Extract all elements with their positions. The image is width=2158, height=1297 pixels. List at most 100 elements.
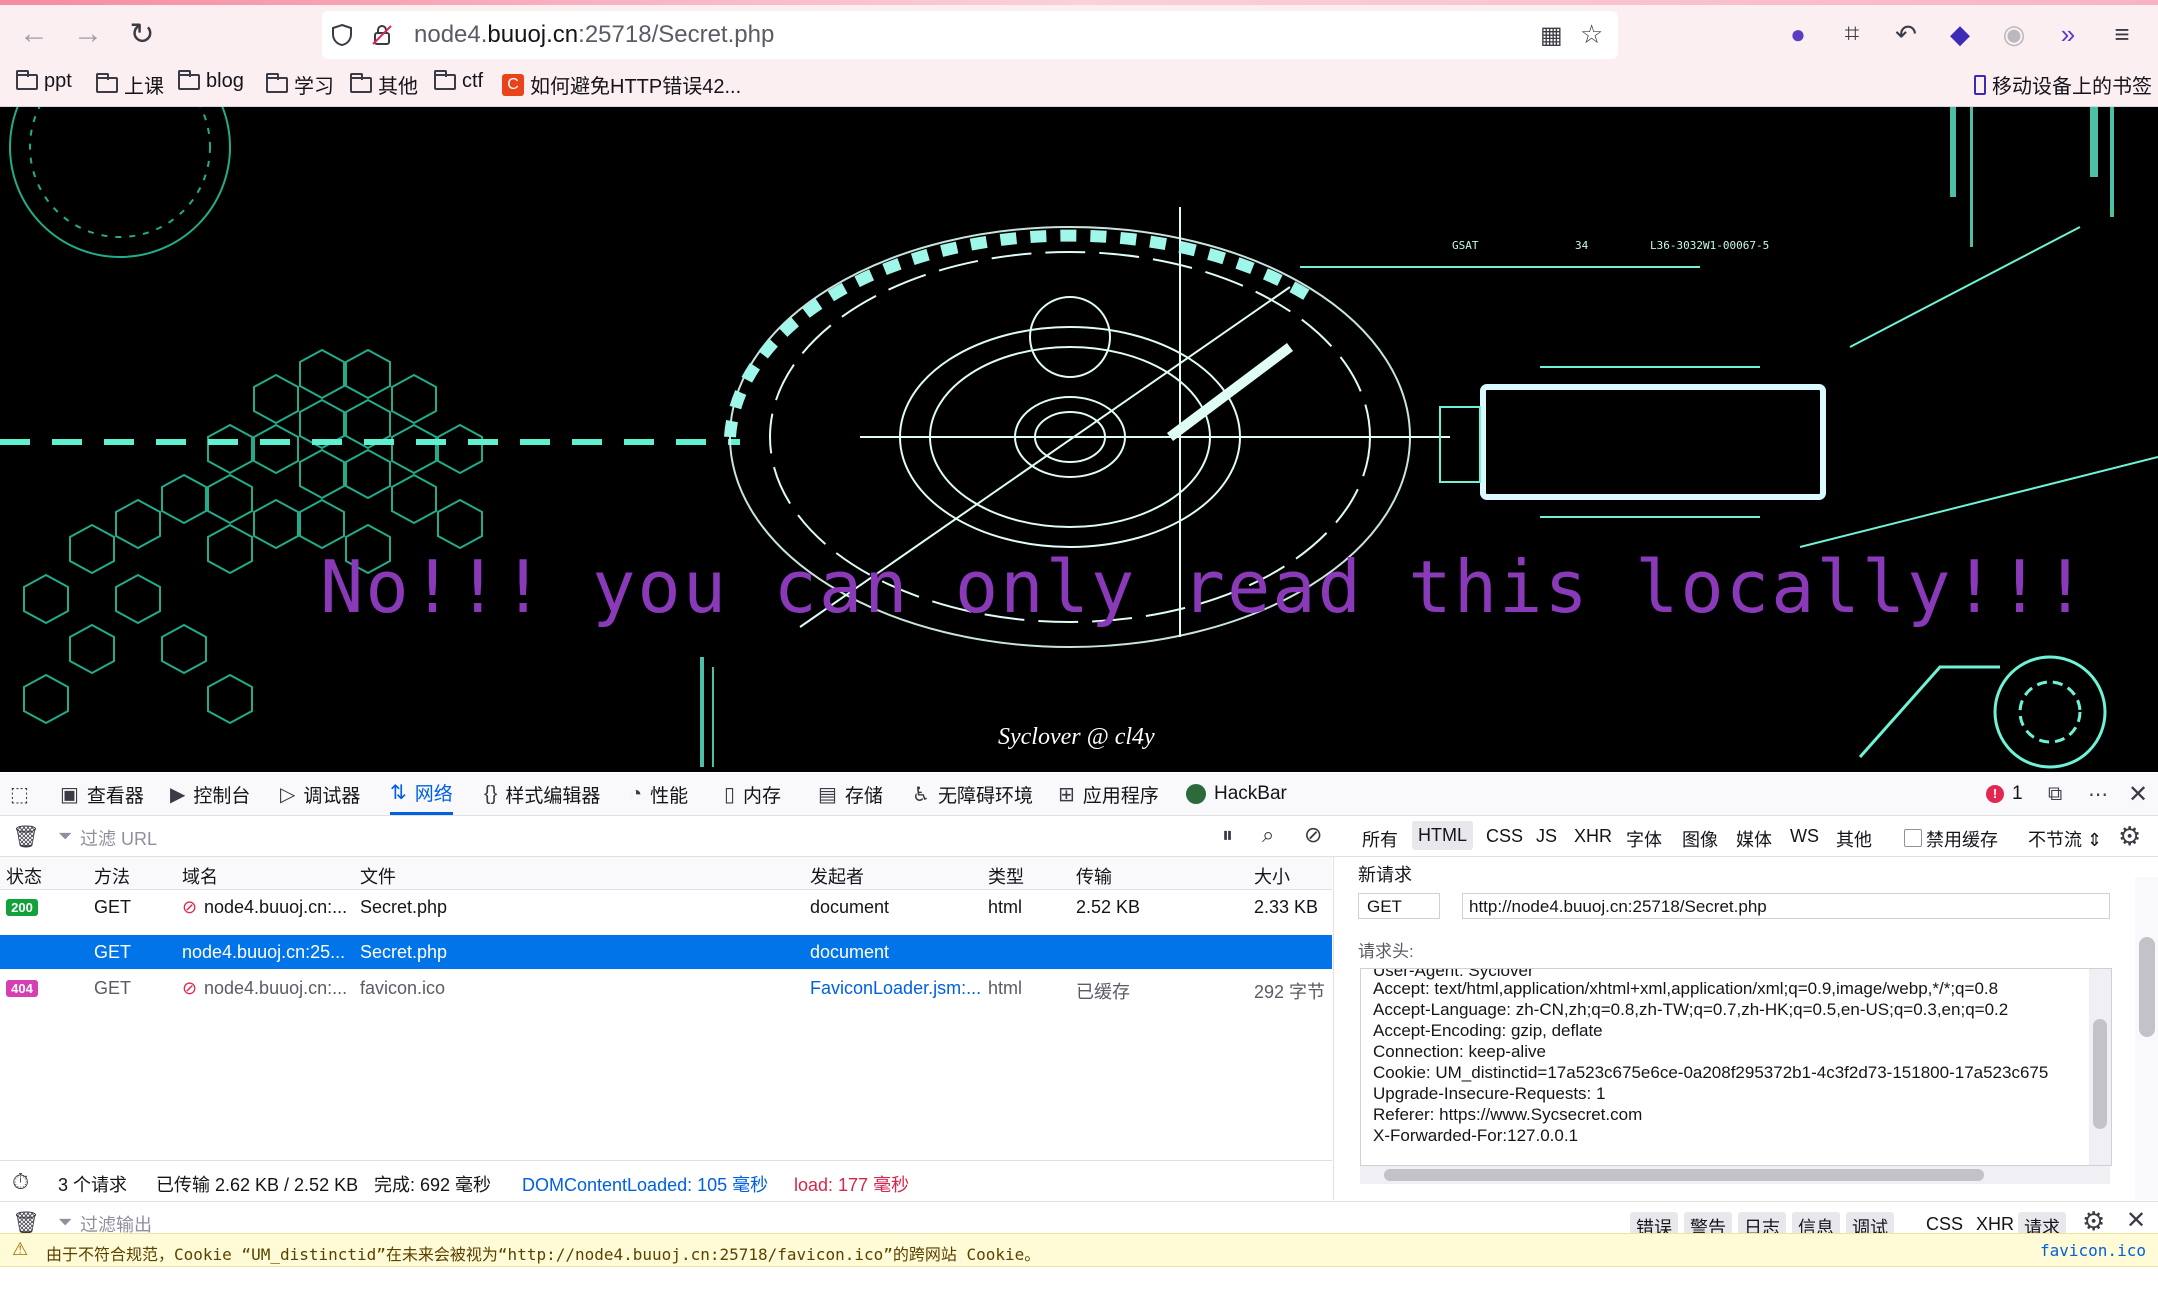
pause-icon[interactable]: ⏸	[1222, 822, 1233, 848]
tab-performance[interactable]: ◔ 性能	[630, 773, 688, 815]
col-method[interactable]: 方法	[94, 863, 130, 889]
network-arrows-icon: ⇅	[390, 782, 407, 804]
gauge-icon: ◔	[630, 782, 643, 805]
tab-style-editor[interactable]: {} 样式编辑器	[484, 773, 600, 815]
col-type[interactable]: 类型	[988, 863, 1024, 889]
col-transfer[interactable]: 传输	[1076, 863, 1112, 889]
category-css[interactable]: CSS	[1926, 1214, 1963, 1235]
filter-media[interactable]: 媒体	[1736, 826, 1772, 852]
trash-icon[interactable]: 🗑	[12, 824, 40, 850]
col-domain[interactable]: 域名	[182, 863, 218, 889]
page-viewport: GSAT 34 L36-3032W1-00067-5 No!!! you can…	[0, 107, 2158, 772]
table-row[interactable]: 200 GET ⊘ node4.buuoj.cn:... Secret.php …	[0, 890, 1332, 924]
disable-cache-checkbox[interactable]	[1904, 829, 1922, 847]
filter-other[interactable]: 其他	[1836, 826, 1872, 852]
row-type: html	[988, 897, 1023, 917]
extension-icon[interactable]: ◆	[1940, 14, 1980, 54]
tab-hackbar[interactable]: HackBar	[1186, 773, 1287, 815]
element-picker-icon[interactable]: ⬚	[10, 773, 29, 815]
account-icon[interactable]: ●	[1778, 14, 1818, 54]
address-bar[interactable]: node4.buuoj.cn:25718/Secret.php ▦ ☆	[322, 11, 1618, 59]
qr-code-icon[interactable]: ▦	[1540, 21, 1563, 50]
tab-inspector[interactable]: ▣ 查看器	[60, 773, 144, 815]
panel-scrollbar[interactable]	[2135, 877, 2158, 1200]
col-file[interactable]: 文件	[360, 863, 396, 889]
request-headers-textarea[interactable]: User-Agent: Syclover Accept: text/html,a…	[1360, 968, 2112, 1166]
bookmark-other[interactable]: 其他	[350, 70, 418, 99]
method-input[interactable]: GET	[1358, 893, 1440, 919]
inspector-icon: ▣	[60, 783, 79, 806]
col-initiator[interactable]: 发起者	[810, 863, 864, 889]
header-line: X-Forwarded-For:127.0.0.1	[1373, 1126, 1579, 1145]
filter-images[interactable]: 图像	[1682, 826, 1718, 852]
close-console-icon[interactable]: ✕	[2126, 1206, 2146, 1235]
grid-icon: ⊞	[1058, 783, 1075, 806]
summary-domcontentloaded: DOMContentLoaded: 105 毫秒	[522, 1175, 769, 1195]
col-size[interactable]: 大小	[1254, 863, 1290, 889]
tab-console[interactable]: ▶ 控制台	[170, 773, 250, 815]
search-icon[interactable]: ⌕	[1262, 822, 1274, 848]
headers-horizontal-scrollbar[interactable]	[1360, 1166, 2110, 1184]
header-line: Accept-Encoding: gzip, deflate	[1373, 1021, 1603, 1040]
bookmark-study[interactable]: 学习	[266, 70, 334, 99]
warning-source-link[interactable]: favicon.ico	[2040, 1241, 2146, 1260]
bookmark-star-icon[interactable]: ☆	[1580, 19, 1603, 50]
new-request-title: 新请求	[1358, 865, 1412, 885]
request-url-input[interactable]: http://node4.buuoj.cn:25718/Secret.php	[1462, 893, 2110, 919]
row-initiator-link[interactable]: FaviconLoader.jsm:...	[810, 978, 980, 999]
bookmark-blog[interactable]: blog	[178, 69, 244, 93]
filter-html[interactable]: HTML	[1412, 821, 1473, 850]
tab-storage[interactable]: ▤ 存储	[818, 773, 883, 815]
more-options-icon[interactable]: ⋯	[2088, 773, 2108, 815]
tab-accessibility[interactable]: ♿ 无障碍环境	[912, 773, 1033, 815]
crop-icon[interactable]: ⌗	[1832, 14, 1872, 54]
filter-fonts[interactable]: 字体	[1626, 826, 1662, 852]
row-domain: node4.buuoj.cn:25...	[182, 942, 346, 962]
back-arrow-icon[interactable]: ←	[14, 14, 54, 54]
table-row[interactable]: 404 GET ⊘ node4.buuoj.cn:... favicon.ico…	[0, 971, 1332, 1005]
devtools-panel: ⬚ ▣ 查看器 ▶ 控制台 ▷ 调试器 ⇅ 网络 {} 样式编辑器 ◔ 性能 ▯ 内存 ▤ 存储…	[0, 773, 2158, 1297]
settings-gear-icon[interactable]: ⚙	[2118, 821, 2141, 852]
insecure-lock-icon[interactable]	[370, 23, 394, 47]
headers-vertical-scrollbar[interactable]	[2089, 969, 2111, 1165]
filter-js[interactable]: JS	[1536, 826, 1557, 847]
tab-debugger[interactable]: ▷ 调试器	[280, 773, 360, 815]
row-initiator: document	[810, 897, 890, 917]
bookmark-link[interactable]: C 如何避免HTTP错误42...	[502, 70, 741, 99]
folder-icon	[16, 69, 38, 90]
mobile-bookmarks[interactable]: 移动设备上的书签	[1974, 70, 2152, 99]
filter-css[interactable]: CSS	[1486, 826, 1523, 847]
hud-label: L36-3032W1-00067-5	[1650, 239, 1769, 252]
bookmark-ctf[interactable]: ctf	[434, 69, 483, 93]
site-logo-icon: C	[502, 73, 524, 96]
bookmark-class[interactable]: 上课	[96, 70, 164, 99]
undo-icon[interactable]: ↶	[1886, 14, 1926, 54]
block-icon[interactable]: ⊘	[1304, 822, 1322, 848]
row-file: Secret.php	[360, 942, 448, 962]
bookmark-ppt[interactable]: ppt	[16, 69, 72, 93]
filter-xhr[interactable]: XHR	[1574, 826, 1612, 847]
tab-application[interactable]: ⊞ 应用程序	[1058, 773, 1159, 815]
filter-ws[interactable]: WS	[1790, 826, 1819, 847]
extension-circle-icon[interactable]: ◉	[1994, 14, 2034, 54]
tab-network[interactable]: ⇅ 网络	[390, 773, 453, 815]
throttle-select[interactable]: 不节流 ⇕	[2028, 826, 2102, 852]
header-line: Accept: text/html,application/xhtml+xml,…	[1373, 979, 1999, 998]
category-xhr[interactable]: XHR	[1976, 1214, 2014, 1235]
forward-arrow-icon[interactable]: →	[68, 14, 108, 54]
url-text[interactable]: node4.buuoj.cn:25718/Secret.php	[414, 21, 774, 49]
more-tools-icon[interactable]: »	[2048, 14, 2088, 54]
menu-icon[interactable]: ≡	[2102, 14, 2142, 54]
hackbar-icon	[1186, 784, 1206, 804]
table-row-selected[interactable]: GET node4.buuoj.cn:25... Secret.php docu…	[0, 935, 1332, 969]
reload-icon[interactable]: ↻	[122, 14, 162, 54]
col-status[interactable]: 状态	[6, 863, 42, 889]
tab-memory[interactable]: ▯ 内存	[724, 773, 781, 815]
close-devtools-icon[interactable]: ✕	[2128, 773, 2148, 815]
row-method: GET	[94, 978, 132, 998]
url-filter-input[interactable]: 过滤 URL	[80, 825, 157, 851]
error-counter[interactable]: ! 1	[1986, 773, 2023, 815]
shield-icon[interactable]	[330, 23, 354, 47]
dock-side-icon[interactable]: ⧉	[2048, 773, 2062, 815]
filter-all[interactable]: 所有	[1362, 826, 1398, 852]
